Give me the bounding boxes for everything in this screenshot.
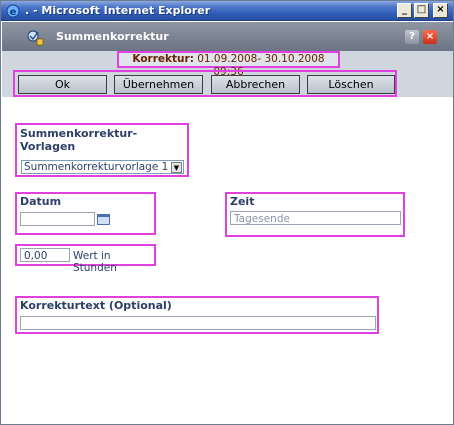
wert-input[interactable]: 0,00 xyxy=(20,248,70,262)
delete-button[interactable]: Löschen xyxy=(307,75,395,94)
vorlagen-select[interactable]: Summenkorrekturvorlage 1 ▼ xyxy=(21,160,184,174)
korrekturtext-input[interactable] xyxy=(20,316,376,330)
datum-label: Datum xyxy=(20,195,62,208)
zeit-input[interactable]: Tagesende xyxy=(230,211,401,225)
browser-window: e . - Microsoft Internet Explorer _ □ × … xyxy=(0,0,454,425)
ok-button[interactable]: Ok xyxy=(18,75,107,94)
vorlagen-label: Summenkorrektur-Vorlagen xyxy=(20,127,138,153)
dialog-header: Summenkorrektur ? × xyxy=(2,22,453,51)
datum-input[interactable] xyxy=(20,212,95,226)
ie-logo-icon: e xyxy=(6,4,20,18)
wert-section: 0,00 Wert in Stunden xyxy=(15,244,156,274)
svg-text:e: e xyxy=(10,7,17,18)
cancel-button[interactable]: Abbrechen xyxy=(211,75,300,94)
action-button-group: Ok Übernehmen Abbrechen Löschen xyxy=(13,70,397,97)
zeit-label: Zeit xyxy=(230,195,255,208)
zeit-section: Zeit Tagesende xyxy=(225,192,405,237)
window-title: . - Microsoft Internet Explorer xyxy=(25,4,211,17)
window-close-button[interactable]: × xyxy=(433,3,448,18)
minimize-button[interactable]: _ xyxy=(397,3,412,18)
dialog-title: Summenkorrektur xyxy=(56,30,169,43)
datum-section: Datum xyxy=(15,192,156,235)
maximize-button[interactable]: □ xyxy=(414,3,429,18)
korrektur-label: Korrektur: xyxy=(132,53,194,65)
chevron-down-icon[interactable]: ▼ xyxy=(171,162,182,173)
help-icon[interactable]: ? xyxy=(405,30,419,44)
vorlagen-selected: Summenkorrekturvorlage 1 xyxy=(24,161,169,173)
wert-unit-label: Wert in Stunden xyxy=(73,250,117,274)
window-titlebar[interactable]: e . - Microsoft Internet Explorer _ □ × xyxy=(1,1,453,21)
dialog-close-icon[interactable]: × xyxy=(423,30,437,44)
correction-tool-icon xyxy=(27,30,44,46)
apply-button[interactable]: Übernehmen xyxy=(114,75,203,94)
korrektur-range: Korrektur: 01.09.2008- 30.10.2008 09:36 xyxy=(117,51,340,78)
korrekturtext-section: Korrekturtext (Optional) xyxy=(15,296,379,334)
vorlagen-section: Summenkorrektur-Vorlagen Summenkorrektur… xyxy=(15,123,189,177)
korrekturtext-label: Korrekturtext (Optional) xyxy=(20,299,172,312)
calendar-icon[interactable] xyxy=(97,214,110,225)
